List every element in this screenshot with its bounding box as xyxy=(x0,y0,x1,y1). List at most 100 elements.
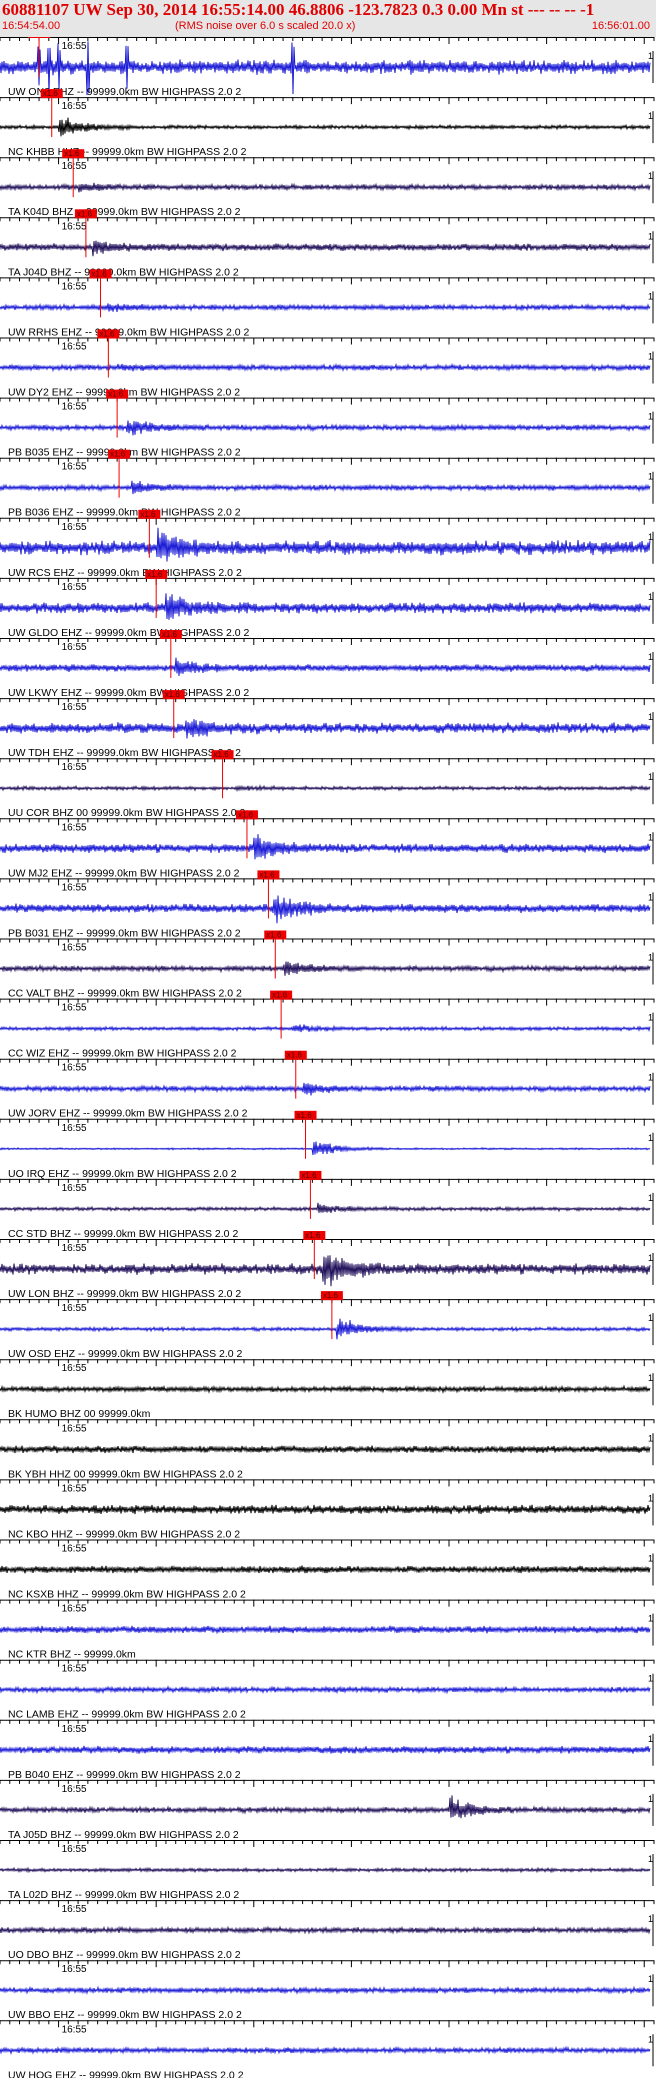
station-label: NC KBO HHZ -- 99999.0km BW HIGHPASS 2.0 … xyxy=(8,1528,240,1540)
station-label: UW RRHS EHZ -- 99999.0km BW HIGHPASS 2.0… xyxy=(8,326,250,338)
station-label: UW JORV EHZ -- 99999.0km BW HIGHPASS 2.0… xyxy=(8,1108,248,1120)
station-label: CC VALT BHZ -- 99999.0km BW HIGHPASS 2.0… xyxy=(8,988,242,1000)
trace-32: 16:55 1 UO DBO BHZ -- 99999.0km BW HIGHPAS… xyxy=(0,1900,655,1961)
waveform xyxy=(0,420,651,436)
pick-label: x1.6 xyxy=(147,570,163,579)
pick-label: x1.6 xyxy=(110,450,126,459)
waveform xyxy=(0,1866,651,1874)
scale-label: 1 xyxy=(648,892,653,902)
pick-label: x1.6 xyxy=(30,37,46,38)
station-label: PB B040 EHZ -- 99999.0km BW HIGHPASS 2.0… xyxy=(8,1769,241,1781)
minute-label: 16:55 xyxy=(62,882,87,893)
pick-label: x1.6 xyxy=(301,1171,317,1180)
minute-label: 16:55 xyxy=(62,1844,87,1855)
minute-label: 16:55 xyxy=(62,1003,87,1014)
station-label: BK HUMO BHZ 00 99999.0km xyxy=(8,1408,151,1420)
trace-15: 16:55 1 x1.6 PB B031 EHZ -- 99999.0km BW HI… xyxy=(0,870,655,939)
waveform xyxy=(0,362,651,373)
trace-27: 16:55 1 NC KTR BHZ -- 99999.0km xyxy=(0,1599,655,1661)
pick-label: x1.6 xyxy=(238,810,254,819)
trace-12: 16:551x1.6UW TDH EHZ -- 99999.0km BW HIG… xyxy=(0,690,655,759)
trace-6: 16:551x1.6UW DY2 EHZ -- 99999.0km BW HIG… xyxy=(0,329,655,399)
trace-8: 16:551x1.6PB B036 EHZ -- 99999.0km BW HI… xyxy=(0,449,655,519)
minute-label: 16:55 xyxy=(62,1483,87,1494)
station-label: UW OSD EHZ -- 99999.0km BW HIGHPASS 2.0 … xyxy=(8,1348,243,1360)
pick-label: x1.6 xyxy=(43,89,59,98)
waveform xyxy=(0,657,651,677)
seismogram-plot: 16:551x1.6UW ON2 EHZ -- 99999.0km BW HIG… xyxy=(0,37,655,2078)
waveform xyxy=(0,1318,651,1340)
waveform xyxy=(0,1565,651,1574)
scale-label: 1 xyxy=(648,1073,653,1083)
trace-4: 16:551x1.6TA J04D BHZ -- 99999.0km BW HI… xyxy=(0,209,655,278)
scale-label: 1 xyxy=(648,652,653,662)
pick-label: x1.6 xyxy=(77,209,93,218)
trace-22: 16:55 1 x1.6 UW OSD EHZ -- 99999.0km BW HIG… xyxy=(0,1291,655,1360)
scale-label: 1 xyxy=(648,1313,653,1323)
waveform xyxy=(0,895,651,924)
waveform xyxy=(0,834,651,860)
pick-label: x1.6 xyxy=(266,931,282,940)
trace-26: 16:55 1 NC KSXB HHZ -- 99999.0km BW HIGHPA… xyxy=(0,1539,655,1601)
waveform xyxy=(0,961,651,976)
trace-1: 16:551x1.6UW ON2 EHZ -- 99999.0km BW HIG… xyxy=(0,37,655,98)
station-label: PB B036 EHZ -- 99999.0km BW HIGHPASS 2.0… xyxy=(8,507,241,519)
waveform xyxy=(0,1202,651,1213)
trace-2: 16:551x1.6NC KHBB HHZ -- 99999.0km BW HI… xyxy=(0,89,655,158)
trace-23: 16:55 1 BK HUMO BHZ 00 99999.0km xyxy=(0,1359,655,1420)
station-label: UW LKWY EHZ -- 99999.0km BW HIGHPASS 2.0… xyxy=(8,687,249,699)
waveform xyxy=(0,1504,651,1515)
minute-label: 16:55 xyxy=(62,1303,87,1314)
minute-label: 16:55 xyxy=(62,101,87,112)
minute-label: 16:55 xyxy=(62,161,87,172)
scale-label: 1 xyxy=(648,111,653,121)
pick-label: x1.6 xyxy=(108,390,124,399)
pick-label: x1.6 xyxy=(259,870,275,879)
pick-label: x1.6 xyxy=(140,510,156,519)
waveform xyxy=(0,719,651,739)
scale-label: 1 xyxy=(648,712,653,722)
station-label: CC STD BHZ -- 99999.0km BW HIGHPASS 2.0 … xyxy=(8,1228,238,1240)
waveform xyxy=(0,1384,651,1394)
minute-label: 16:55 xyxy=(62,1784,87,1795)
waveform xyxy=(0,1625,651,1635)
minute-label: 16:55 xyxy=(62,221,87,232)
minute-label: 16:55 xyxy=(62,1363,87,1374)
station-label: UW HOG EHZ -- 99999.0km BW HIGHPASS 2.0 … xyxy=(8,2069,244,2078)
minute-label: 16:55 xyxy=(62,1183,87,1194)
minute-label: 16:55 xyxy=(62,582,87,593)
scale-label: 1 xyxy=(648,1373,653,1383)
station-label: UO DBO BHZ -- 99999.0km BW HIGHPASS 2.0 … xyxy=(8,1949,241,1961)
station-label: TA J04D BHZ -- 99999.0km BW HIGHPASS 2.0… xyxy=(8,266,239,278)
trace-14: 16:55 1 x1.6 UW MJ2 EHZ -- 99999.0km BW HIG… xyxy=(0,810,655,879)
trace-29: 16:55 1 PB B040 EHZ -- 99999.0km BW HIGHPA… xyxy=(0,1719,655,1781)
trace-31: 16:55 1 TA L02D BHZ -- 99999.0km BW HIGHPA… xyxy=(0,1840,655,1901)
scale-label: 1 xyxy=(648,472,653,482)
pick-label: x1.6 xyxy=(214,750,230,759)
trace-21: 16:55 1 x1.6 UW LON BHZ -- 99999.0km BW HIG… xyxy=(0,1231,655,1300)
scale-label: 1 xyxy=(648,1433,653,1443)
minute-label: 16:55 xyxy=(62,522,87,533)
trace-7: 16:551x1.6PB B035 EHZ -- 99999.0km BW HI… xyxy=(0,389,655,459)
trace-25: 16:55 1 NC KBO HHZ -- 99999.0km BW HIGHPAS… xyxy=(0,1479,655,1540)
scale-label: 1 xyxy=(648,412,653,422)
scale-label: 1 xyxy=(648,1614,653,1624)
station-label: TA J05D BHZ -- 99999.0km BW HIGHPASS 2.0… xyxy=(8,1829,239,1841)
station-label: CC WIZ EHZ -- 99999.0km BW HIGHPASS 2.0 … xyxy=(8,1048,237,1060)
trace-20: 16:55 1 x1.6 CC STD BHZ -- 99999.0km BW HIG… xyxy=(0,1170,655,1240)
pick-label: x1.6 xyxy=(99,330,115,339)
minute-label: 16:55 xyxy=(62,462,87,473)
minute-label: 16:55 xyxy=(62,1544,87,1555)
minute-label: 16:55 xyxy=(62,822,87,833)
station-label: NC KSXB HHZ -- 99999.0km BW HIGHPASS 2.0… xyxy=(8,1589,246,1601)
minute-label: 16:55 xyxy=(62,943,87,954)
trace-11: 16:551x1.6UW LKWY EHZ -- 99999.0km BW HI… xyxy=(0,630,655,699)
plot-header: 60881107 UW Sep 30, 2014 16:55:14.00 46.… xyxy=(0,0,656,37)
station-label: UW LON BHZ -- 99999.0km BW HIGHPASS 2.0 … xyxy=(8,1288,241,1300)
waveform xyxy=(0,1985,651,1995)
minute-label: 16:55 xyxy=(62,1664,87,1675)
pick-label: x1.6 xyxy=(165,690,181,699)
trace-17: 16:55 1 x1.6 CC WIZ EHZ -- 99999.0km BW HIG… xyxy=(0,990,655,1060)
scale-label: 1 xyxy=(648,1133,653,1143)
scale-label: 1 xyxy=(648,1253,653,1263)
